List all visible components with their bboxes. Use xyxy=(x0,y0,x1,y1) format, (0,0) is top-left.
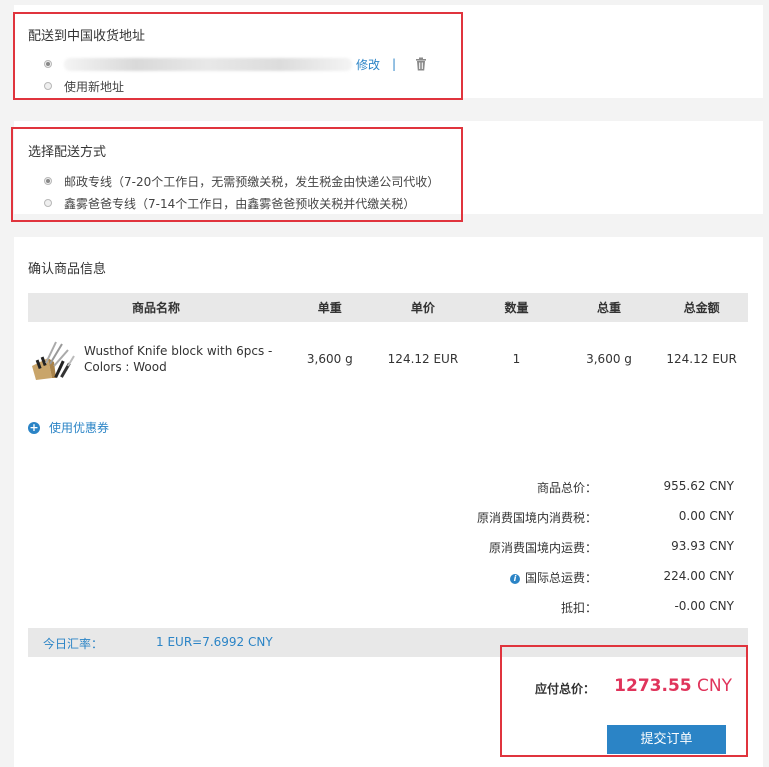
use-coupon-label: 使用优惠券 xyxy=(49,421,110,435)
shipping-section-title: 选择配送方式 xyxy=(28,145,107,160)
col-header-unit-price: 单价 xyxy=(375,293,471,322)
discount-label: 抵扣： xyxy=(560,601,597,615)
col-header-total-amount: 总金额 xyxy=(655,293,748,322)
consumption-tax-value: 0.00 CNY xyxy=(678,509,734,523)
total-amount: 1273.55 CNY xyxy=(614,676,732,696)
domestic-freight-value: 93.93 CNY xyxy=(671,539,734,553)
new-address-label: 使用新地址 xyxy=(64,79,125,94)
intl-freight-value: 224.00 CNY xyxy=(663,569,735,583)
exchange-rate-value: 1 EUR=7.6992 CNY xyxy=(156,635,273,649)
trash-icon[interactable] xyxy=(413,56,429,72)
shipping-option-postal-radio[interactable] xyxy=(44,177,52,185)
shipping-option-express[interactable]: 鑫雾爸爸专线（7-14个工作日，由鑫雾爸爸预收关税并代缴关税） xyxy=(44,194,415,212)
saved-address-option[interactable]: 修改 | xyxy=(44,55,429,73)
product-total-amount: 124.12 EUR xyxy=(666,352,737,366)
col-header-total-weight: 总重 xyxy=(562,293,656,322)
total-amount-number: 1273.55 xyxy=(614,676,692,696)
intl-freight-label: 国际总运费： xyxy=(524,571,597,585)
new-address-option[interactable]: 使用新地址 xyxy=(44,77,124,95)
col-header-qty: 数量 xyxy=(470,293,563,322)
items-total-value: 955.62 CNY xyxy=(663,479,735,493)
saved-address-radio[interactable] xyxy=(44,60,52,68)
shipping-option-express-radio[interactable] xyxy=(44,199,52,207)
items-total-label: 商品总价： xyxy=(536,481,597,495)
shipping-option-postal-label: 邮政专线（7-20个工作日，无需预缴关税，发生税金由快递公司代收） xyxy=(64,174,440,189)
domestic-freight-label: 原消费国境内运费： xyxy=(488,541,597,555)
product-unit-weight: 3,600 g xyxy=(306,352,353,366)
edit-address-link[interactable]: 修改 xyxy=(356,56,380,73)
use-coupon-link[interactable]: + 使用优惠券 xyxy=(28,419,109,436)
discount-value: -0.00 CNY xyxy=(674,599,734,613)
product-name[interactable]: Wusthof Knife block with 6pcs - Colors :… xyxy=(84,343,284,375)
shipping-option-postal[interactable]: 邮政专线（7-20个工作日，无需预缴关税，发生税金由快递公司代收） xyxy=(44,172,439,190)
goods-section-title: 确认商品信息 xyxy=(28,262,107,277)
link-divider: | xyxy=(392,57,397,71)
intl-freight-row-label: i 国际总运费： xyxy=(337,569,597,586)
total-label: 应付总价： xyxy=(534,682,595,696)
product-unit-price: 124.12 EUR xyxy=(387,352,459,366)
plus-circle-icon: + xyxy=(28,420,40,434)
shipping-option-express-label: 鑫雾爸爸专线（7-14个工作日，由鑫雾爸爸预收关税并代缴关税） xyxy=(64,196,416,211)
info-icon[interactable]: i xyxy=(509,573,520,584)
product-cell: Wusthof Knife block with 6pcs - Colors :… xyxy=(28,322,284,396)
submit-order-button[interactable]: 提交订单 xyxy=(607,725,726,754)
knife-block-thumbnail[interactable] xyxy=(28,336,76,382)
consumption-tax-label: 原消费国境内消费税： xyxy=(476,511,597,525)
address-section-title: 配送到中国收货地址 xyxy=(28,29,146,44)
table-row: Wusthof Knife block with 6pcs - Colors :… xyxy=(28,322,748,396)
new-address-radio[interactable] xyxy=(44,82,52,90)
goods-table-header: 商品名称 单重 单价 数量 总重 总金额 xyxy=(28,293,748,322)
total-amount-currency: CNY xyxy=(697,676,732,696)
blurred-address-text xyxy=(64,57,352,71)
goods-table: 商品名称 单重 单价 数量 总重 总金额 Wusthof Knife block… xyxy=(28,293,748,396)
product-total-weight: 3,600 g xyxy=(586,352,632,366)
exchange-rate-label: 今日汇率： xyxy=(43,637,104,651)
product-qty: 1 xyxy=(512,352,521,366)
col-header-name: 商品名称 xyxy=(28,293,284,322)
col-header-unit-weight: 单重 xyxy=(284,293,376,322)
